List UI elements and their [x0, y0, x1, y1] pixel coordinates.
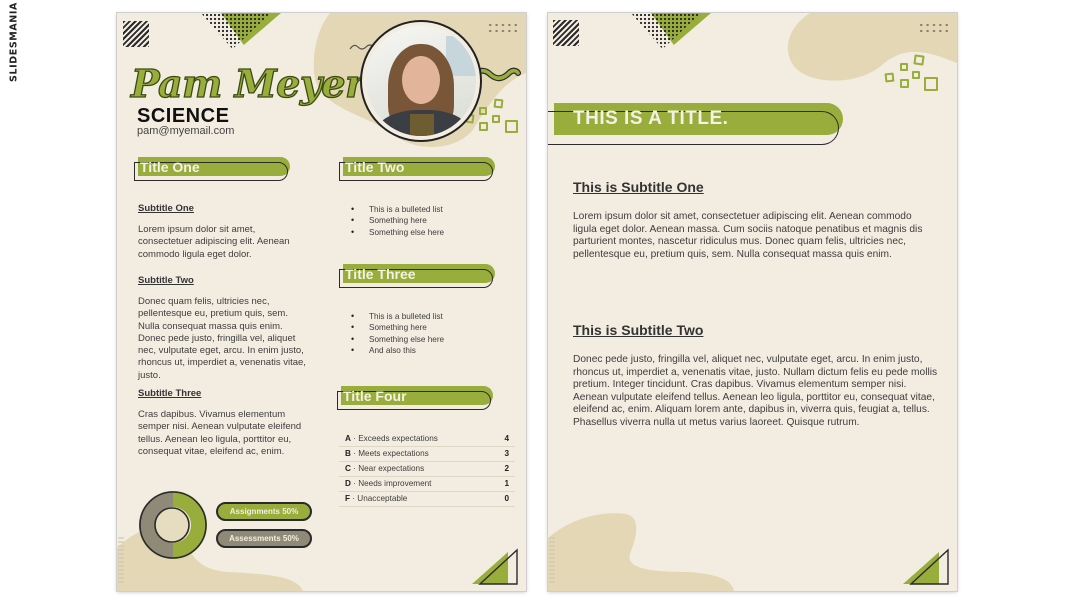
donut-hole: [154, 507, 190, 543]
subtitle-three: Subtitle Three: [138, 388, 202, 399]
section-title-four: Title Four: [337, 386, 493, 410]
grade-points: 2: [504, 464, 509, 473]
page-title-banner: THIS IS A TITLE.: [548, 103, 843, 145]
grade-description: · Near expectations: [350, 464, 425, 473]
subtitle-one: Subtitle One: [138, 203, 194, 214]
section-title-two: Title Two: [339, 157, 495, 181]
table-row: A · Exceeds expectations 4: [339, 432, 515, 447]
dotted-triangle-decoration: [201, 13, 271, 49]
assignments-weight-pill: Assignments 50%: [216, 502, 312, 521]
dot-grid-decoration: [487, 22, 519, 34]
table-row: C · Near expectations 2: [339, 462, 515, 477]
striped-square-decoration: [123, 21, 149, 47]
brand-text: SLIDESMANIA: [8, 2, 20, 82]
grade-description: · Unacceptable: [350, 494, 408, 503]
profile-photo: [360, 20, 482, 142]
subtitle-two: This is Subtitle Two: [573, 322, 704, 338]
paragraph-two: Donec quam felis, ultricies nec, pellent…: [138, 296, 306, 381]
bulleted-list-two: This is a bulleted list Something here S…: [339, 204, 509, 238]
list-item: Something else here: [339, 227, 509, 239]
grade-points: 4: [504, 434, 509, 443]
list-item: This is a bulleted list: [339, 311, 509, 323]
list-item: And also this: [339, 345, 509, 357]
section-title-three: Title Three: [339, 264, 495, 288]
footer-watermark: [118, 537, 124, 585]
grade-description: · Exceeds expectations: [350, 434, 438, 443]
email-link[interactable]: pam@myemail.com: [137, 125, 234, 137]
footer-watermark: [549, 537, 555, 585]
section-title-two-label: Title Two: [345, 159, 405, 175]
dotted-triangle-decoration: [631, 13, 701, 49]
corner-triangle-decoration: [472, 548, 518, 585]
background-blob-bottom: [548, 513, 734, 591]
brand-watermark: SLIDESMANIA: [6, 2, 22, 82]
section-title-four-label: Title Four: [343, 388, 407, 404]
grade-points: 1: [504, 479, 509, 488]
dot-grid-decoration: [918, 22, 950, 34]
grade-description: · Needs improvement: [350, 479, 432, 488]
bulleted-list-three: This is a bulleted list Something here S…: [339, 311, 509, 356]
subtitle-two: Subtitle Two: [138, 275, 194, 286]
assessments-weight-label: Assessments 50%: [229, 534, 299, 543]
corner-triangle-decoration: [903, 548, 949, 585]
subtitle-one: This is Subtitle One: [573, 179, 704, 195]
paragraph-two: Donec pede justo, fringilla vel, aliquet…: [573, 354, 938, 428]
grade-points: 3: [504, 449, 509, 458]
section-title-one-label: Title One: [140, 159, 200, 175]
striped-square-decoration: [553, 20, 579, 46]
paragraph-one: Lorem ipsum dolor sit amet, consectetuer…: [573, 211, 923, 260]
table-row: F · Unacceptable 0: [339, 492, 515, 507]
resume-page: Pam Meyer SCIENCE pam@myemail.com Title …: [117, 13, 526, 591]
table-row: D · Needs improvement 1: [339, 477, 515, 492]
teacher-name: Pam Meyer: [130, 60, 365, 106]
table-row: B · Meets expectations 3: [339, 447, 515, 462]
grade-points: 0: [504, 494, 509, 503]
grade-description: · Meets expectations: [350, 449, 429, 458]
list-item: Something here: [339, 322, 509, 334]
paragraph-one: Lorem ipsum dolor sit amet, consectetuer…: [138, 224, 290, 260]
list-item: Something here: [339, 215, 509, 227]
grade-weighting-donut: [137, 489, 209, 561]
section-title-one: Title One: [134, 157, 290, 181]
page-title: THIS IS A TITLE.: [573, 108, 729, 129]
list-item: This is a bulleted list: [339, 204, 509, 216]
assessments-weight-pill: Assessments 50%: [216, 529, 312, 548]
assignments-weight-label: Assignments 50%: [229, 507, 299, 516]
grading-scale-table: A · Exceeds expectations 4 B · Meets exp…: [339, 432, 515, 507]
list-item: Something else here: [339, 334, 509, 346]
paragraph-three: Cras dapibus. Vivamus elementum semper n…: [138, 409, 302, 457]
syllabus-page: THIS IS A TITLE. This is Subtitle One Lo…: [548, 13, 957, 591]
section-title-three-label: Title Three: [345, 266, 416, 282]
